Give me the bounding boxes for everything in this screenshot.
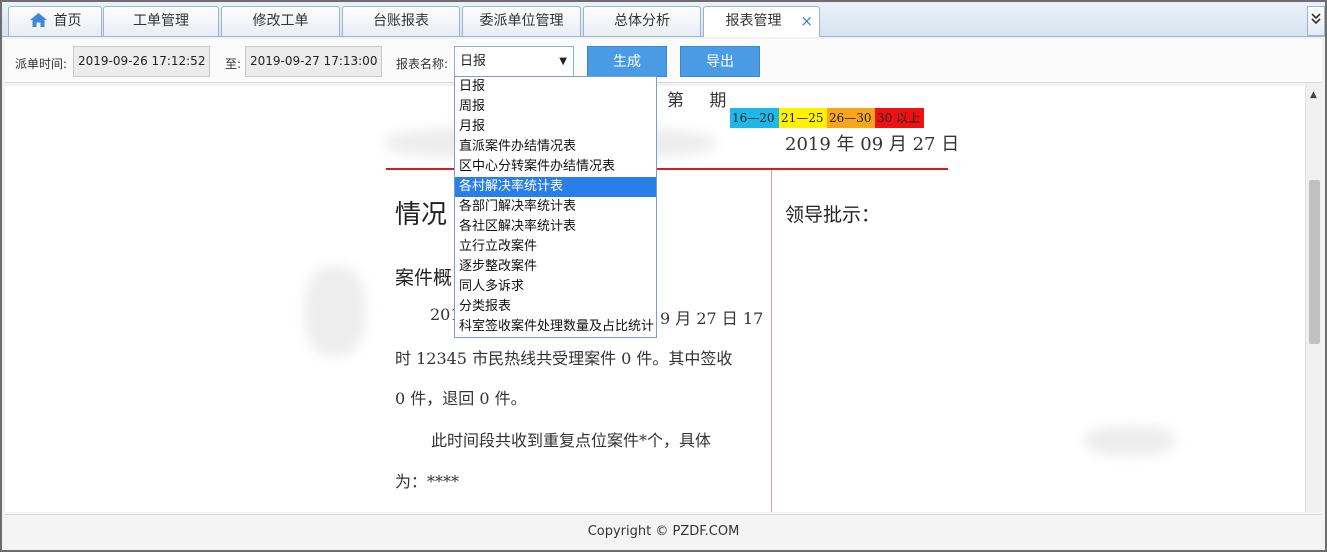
home-icon	[29, 10, 48, 39]
tab-report-management[interactable]: 报表管理 ×	[703, 6, 820, 37]
close-icon[interactable]: ×	[800, 7, 813, 36]
dropdown-option[interactable]: 各村解决率统计表	[455, 177, 656, 197]
dispatch-time-label: 派单时间:	[15, 57, 68, 71]
report-name-dropdown: 日报 周报 月报 直派案件办结情况表 区中心分转案件办结情况表 各村解决率统计表 各部门解决…	[454, 76, 657, 338]
caret-down-icon: ▼	[559, 56, 567, 67]
copyright-text: Copyright © PZDF.COM	[587, 524, 740, 539]
dropdown-option[interactable]: 周报	[455, 97, 656, 117]
vertical-scrollbar[interactable]: ▲	[1305, 86, 1322, 512]
footer: Copyright © PZDF.COM	[5, 514, 1322, 550]
to-label: 至:	[225, 57, 242, 71]
report-document[interactable]: 第 期 16—20 21—25 26—30 30 以上 2019 年 09 月 …	[5, 86, 1322, 512]
app-window: 首页 工单管理 修改工单 台账报表 委派单位管理 总体分析 报表管理 × 派单时…	[0, 0, 1327, 552]
start-time-input[interactable]: 2019-09-26 17:12:52	[73, 46, 210, 77]
dropdown-option[interactable]: 月报	[455, 117, 656, 137]
tab-scroll-down-icon[interactable]	[1307, 6, 1325, 36]
dropdown-option[interactable]: 同人多诉求	[455, 277, 656, 297]
subsection-title: 案件概	[395, 267, 453, 289]
legend-item: 16—20	[730, 108, 779, 128]
tab-label: 工单管理	[133, 13, 189, 29]
tab-label: 首页	[53, 13, 82, 29]
dropdown-option[interactable]: 立行立改案件	[455, 237, 656, 257]
paragraph-text: 此时间段共收到重复点位案件*个，具体	[431, 431, 712, 450]
dropdown-option[interactable]: 分类报表	[455, 297, 656, 317]
issue-number: 第 期	[667, 91, 737, 111]
tab-overall-analysis[interactable]: 总体分析	[583, 6, 701, 36]
tab-label: 修改工单	[252, 13, 309, 29]
column-divider	[771, 170, 772, 512]
paragraph-text: 9 月 27 日 17	[660, 309, 764, 328]
tab-label: 报表管理	[725, 13, 782, 29]
end-time-input[interactable]: 2019-09-27 17:13:00	[245, 46, 382, 77]
report-date: 2019 年 09 月 27 日	[785, 134, 960, 155]
paragraph-text: 时 12345 市民热线共受理案件 0 件。其中签收	[395, 349, 733, 368]
paragraph-text: 0 件，退回 0 件。	[395, 389, 527, 408]
tab-ledger-report[interactable]: 台账报表	[342, 6, 460, 36]
dropdown-option[interactable]: 区中心分转案件办结情况表	[455, 157, 656, 177]
legend-item: 21—25	[779, 108, 827, 128]
generate-button[interactable]: 生成	[587, 46, 667, 77]
legend-item: 30 以上	[875, 108, 924, 128]
report-toolbar: 派单时间: 2019-09-26 17:12:52 至: 2019-09-27 …	[5, 39, 1322, 83]
tab-bar: 首页 工单管理 修改工单 台账报表 委派单位管理 总体分析 报表管理 ×	[2, 2, 1325, 37]
dropdown-option[interactable]: 科室签收案件处理数量及占比统计	[455, 317, 656, 337]
dropdown-option[interactable]: 逐步整改案件	[455, 257, 656, 277]
tab-label: 总体分析	[614, 13, 670, 29]
dropdown-option[interactable]: 直派案件办结情况表	[455, 137, 656, 157]
paragraph-text: 为：****	[395, 472, 460, 491]
tab-label: 委派单位管理	[479, 13, 564, 29]
export-button[interactable]: 导出	[680, 46, 760, 77]
tab-edit-work-order[interactable]: 修改工单	[221, 6, 340, 36]
tab-delegated-unit-management[interactable]: 委派单位管理	[462, 6, 581, 36]
scrollbar-thumb[interactable]	[1309, 180, 1320, 344]
tab-label: 台账报表	[373, 13, 429, 29]
scroll-up-icon[interactable]: ▲	[1310, 90, 1317, 100]
tab-work-order-management[interactable]: 工单管理	[103, 6, 219, 36]
dropdown-option[interactable]: 日报	[455, 77, 656, 97]
dropdown-option[interactable]: 各社区解决率统计表	[455, 217, 656, 237]
dropdown-option[interactable]: 各部门解决率统计表	[455, 197, 656, 217]
report-name-select[interactable]: 日报 ▼	[454, 46, 574, 77]
report-selected-value: 日报	[460, 54, 487, 69]
leader-instruction-label: 领导批示：	[785, 204, 881, 226]
blurred-watermark	[305, 266, 365, 356]
blurred-watermark	[1085, 426, 1175, 456]
legend-item: 26—30	[827, 108, 875, 128]
report-name-label: 报表名称:	[396, 57, 449, 71]
tab-home[interactable]: 首页	[8, 6, 102, 36]
section-title: 情况	[395, 200, 448, 230]
